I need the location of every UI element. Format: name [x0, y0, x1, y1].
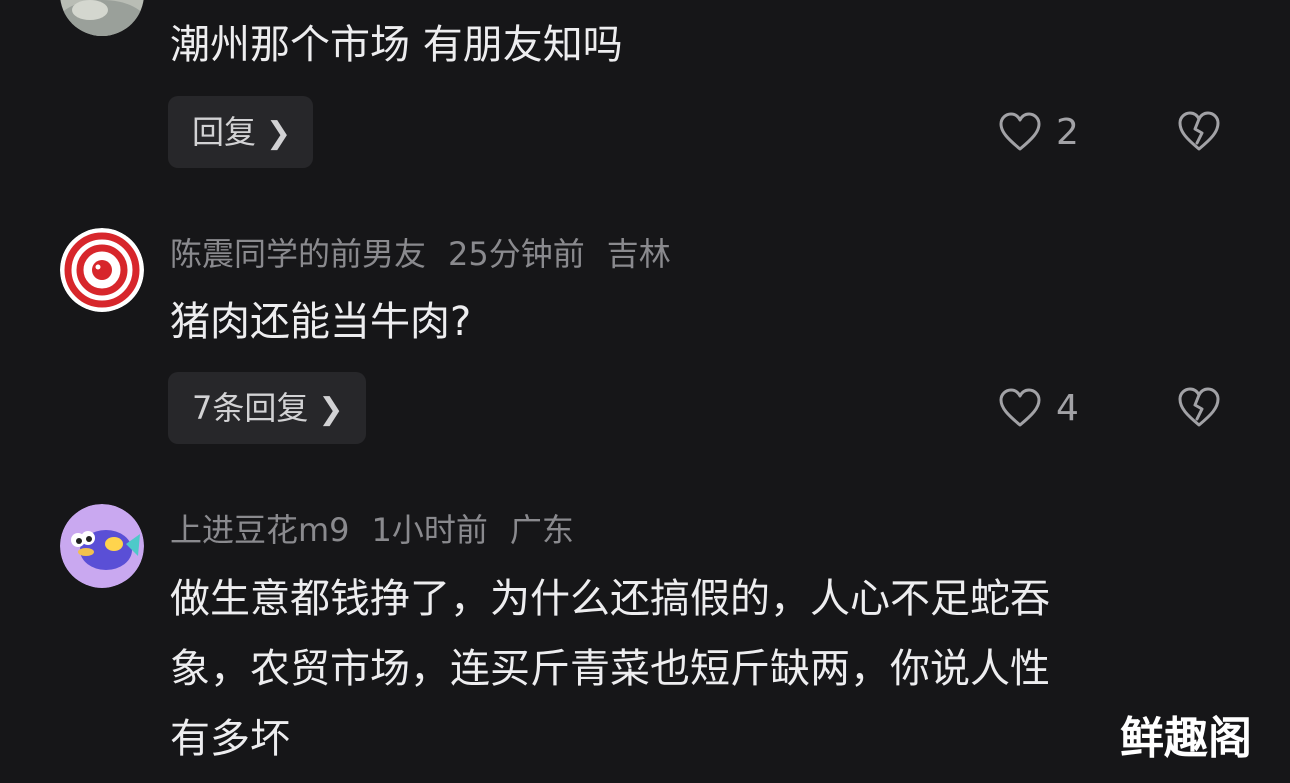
broken-heart-icon	[1178, 387, 1220, 427]
avatar[interactable]	[60, 228, 144, 312]
like-button[interactable]: 4	[998, 385, 1079, 431]
chevron-right-icon: ❯	[266, 116, 292, 151]
dislike-button[interactable]	[1176, 385, 1222, 431]
broken-heart-icon	[1178, 111, 1220, 151]
location: 吉林	[606, 235, 671, 273]
comment-feed: 潮州那个市场 有朋友知吗 回复 ❯ 2 陈震同学的前男友 25分钟前 吉林 猪肉还能当…	[0, 0, 1290, 783]
location: 广东	[509, 511, 574, 549]
comment-text-line: 有多坏	[170, 716, 290, 762]
comment-meta: 上进豆花m9 1小时前 广东	[170, 510, 596, 550]
like-count: 4	[1056, 387, 1079, 429]
dislike-button[interactable]	[1176, 109, 1222, 155]
comment-text: 猪肉还能当牛肉?	[170, 299, 472, 345]
comment-meta: 陈震同学的前男友 25分钟前 吉林	[170, 234, 693, 274]
like-count: 2	[1056, 111, 1079, 153]
reply-label: 7条回复	[192, 389, 309, 427]
heart-outline-icon	[999, 112, 1041, 151]
like-button[interactable]: 2	[998, 109, 1079, 155]
username[interactable]: 上进豆花m9	[170, 511, 350, 549]
avatar[interactable]	[60, 0, 144, 36]
reply-label: 回复	[192, 113, 257, 151]
timestamp: 1小时前	[371, 511, 488, 549]
heart-outline-icon	[999, 388, 1041, 427]
comment-text-line: 象，农贸市场，连买斤青菜也短斤缺两，你说人性	[170, 646, 1050, 692]
watermark: 鲜趣阁	[1120, 713, 1252, 764]
username[interactable]: 陈震同学的前男友	[170, 235, 426, 273]
reply-button[interactable]: 7条回复 ❯	[168, 372, 366, 444]
reply-button[interactable]: 回复 ❯	[168, 96, 314, 168]
comment-text: 潮州那个市场 有朋友知吗	[170, 22, 623, 68]
avatar[interactable]	[60, 504, 144, 588]
chevron-right-icon: ❯	[318, 392, 344, 427]
timestamp: 25分钟前	[448, 235, 585, 273]
comment-text-line: 做生意都钱挣了，为什么还搞假的，人心不足蛇吞	[170, 576, 1050, 622]
